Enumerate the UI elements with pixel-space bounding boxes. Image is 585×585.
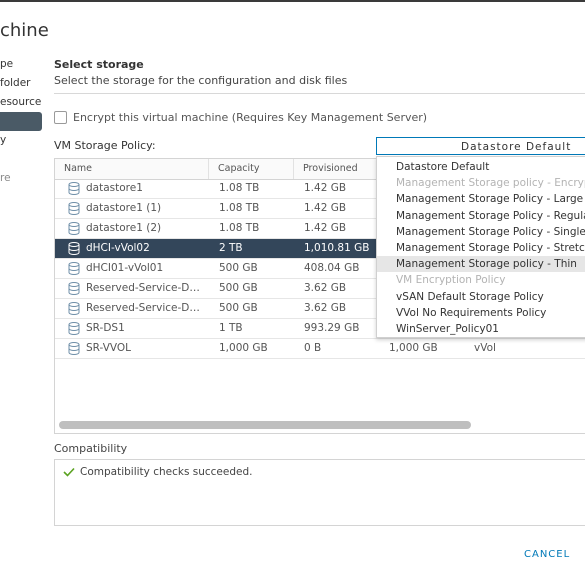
cell-provisioned: 408.04 GB [304,262,360,274]
datastore-icon [68,202,80,215]
encrypt-label: Encrypt this virtual machine (Requires K… [73,111,428,124]
cell-capacity: 1.08 TB [219,182,260,194]
column-header-capacity[interactable]: Capacity [209,159,294,179]
dropdown-option[interactable]: vSAN Default Storage Policy [377,289,585,305]
dropdown-option[interactable]: Management Storage Policy - Stretched [377,240,585,256]
cell-capacity: 1 TB [219,322,243,334]
compatibility-text: Compatibility checks succeeded. [80,466,253,478]
check-icon [63,467,75,477]
cell-provisioned: 1,010.81 GB [304,242,370,254]
cell-name: Reserved-Service-Datast... [86,282,204,294]
cell-type: vVol [474,342,496,354]
scrollbar-thumb[interactable] [59,421,471,429]
cancel-button[interactable]: CANCEL [524,549,570,560]
datastore-icon [68,322,80,335]
dropdown-option[interactable]: Management Storage policy - Thin [377,256,585,273]
cell-provisioned: 993.29 GB [304,322,360,334]
cell-provisioned: 0 B [304,342,322,354]
encrypt-checkbox[interactable] [54,111,67,124]
cell-name: Reserved-Service-Datast... [86,302,204,314]
cell-capacity: 1.08 TB [219,222,260,234]
wizard-step-folder[interactable]: folder [0,74,42,93]
cell-free: 1,000 GB [389,342,438,354]
datastore-icon [68,282,80,295]
datastore-icon [68,242,80,255]
compatibility-label: Compatibility [54,442,128,455]
section-subtitle: Select the storage for the configuration… [54,74,348,87]
wizard-step-storage-active[interactable] [0,112,42,131]
compatibility-message: Compatibility checks succeeded. [63,466,252,478]
top-border [0,0,585,2]
column-header-name[interactable]: Name [55,159,209,179]
cell-name: dHCI-vVol02 [86,242,150,254]
dropdown-option: Management Storage policy - Encryption [396,177,585,190]
table-row[interactable]: SR-VVOL 1,000 GB 0 B 1,000 GB vVol [55,339,585,359]
dropdown-option: VM Encryption Policy [396,274,506,287]
page-title: chine [0,20,49,41]
cell-name: datastore1 [86,182,143,194]
cell-capacity: 500 GB [219,262,258,274]
dropdown-option[interactable]: Management Storage Policy - Large [377,191,585,207]
cell-capacity: 2 TB [219,242,243,254]
cell-name: SR-VVOL [86,342,132,354]
cell-name: datastore1 (1) [86,202,162,214]
wizard-step-6[interactable] [0,150,42,169]
cell-provisioned: 1.42 GB [304,202,347,214]
dropdown-option[interactable]: WinServer_Policy01 [377,321,585,337]
wizard-step-resource[interactable]: esource [0,93,42,112]
storage-policy-select[interactable]: Datastore Default [376,137,585,155]
cell-capacity: 500 GB [219,282,258,294]
dropdown-option[interactable]: Management Storage Policy - Single Node [377,224,585,240]
column-header-provisioned[interactable]: Provisioned [294,159,379,179]
cell-name: dHCI01-vVol01 [86,262,164,274]
dropdown-option[interactable]: Datastore Default [377,159,585,175]
section-title: Select storage [54,58,144,71]
cell-capacity: 500 GB [219,302,258,314]
cell-provisioned: 1.42 GB [304,182,347,194]
cell-provisioned: 3.62 GB [304,302,347,314]
datastore-icon [68,302,80,315]
cell-provisioned: 3.62 GB [304,282,347,294]
dropdown-option[interactable]: Management Storage Policy - Regular [377,208,585,224]
datastore-icon [68,342,80,355]
cell-capacity: 1.08 TB [219,202,260,214]
datastore-icon [68,182,80,195]
encrypt-option[interactable]: Encrypt this virtual machine (Requires K… [54,111,427,124]
storage-policy-label: VM Storage Policy: [54,139,156,152]
cell-capacity: 1,000 GB [219,342,268,354]
compatibility-panel: Compatibility checks succeeded. [54,459,585,526]
wizard-step-compatibility[interactable]: y [0,131,42,150]
horizontal-scrollbar[interactable] [59,421,585,429]
cell-name: SR-DS1 [86,322,125,334]
cell-name: datastore1 (2) [86,222,162,234]
wizard-step-type[interactable]: pe [0,55,42,74]
dropdown-option[interactable]: VVol No Requirements Policy [377,305,585,321]
wizard-step-hardware[interactable]: re [0,169,42,188]
datastore-icon [68,222,80,235]
divider [54,93,585,94]
storage-policy-dropdown: Datastore Default Management Storage poli… [376,156,585,338]
datastore-icon [68,262,80,275]
cell-provisioned: 1.42 GB [304,222,347,234]
